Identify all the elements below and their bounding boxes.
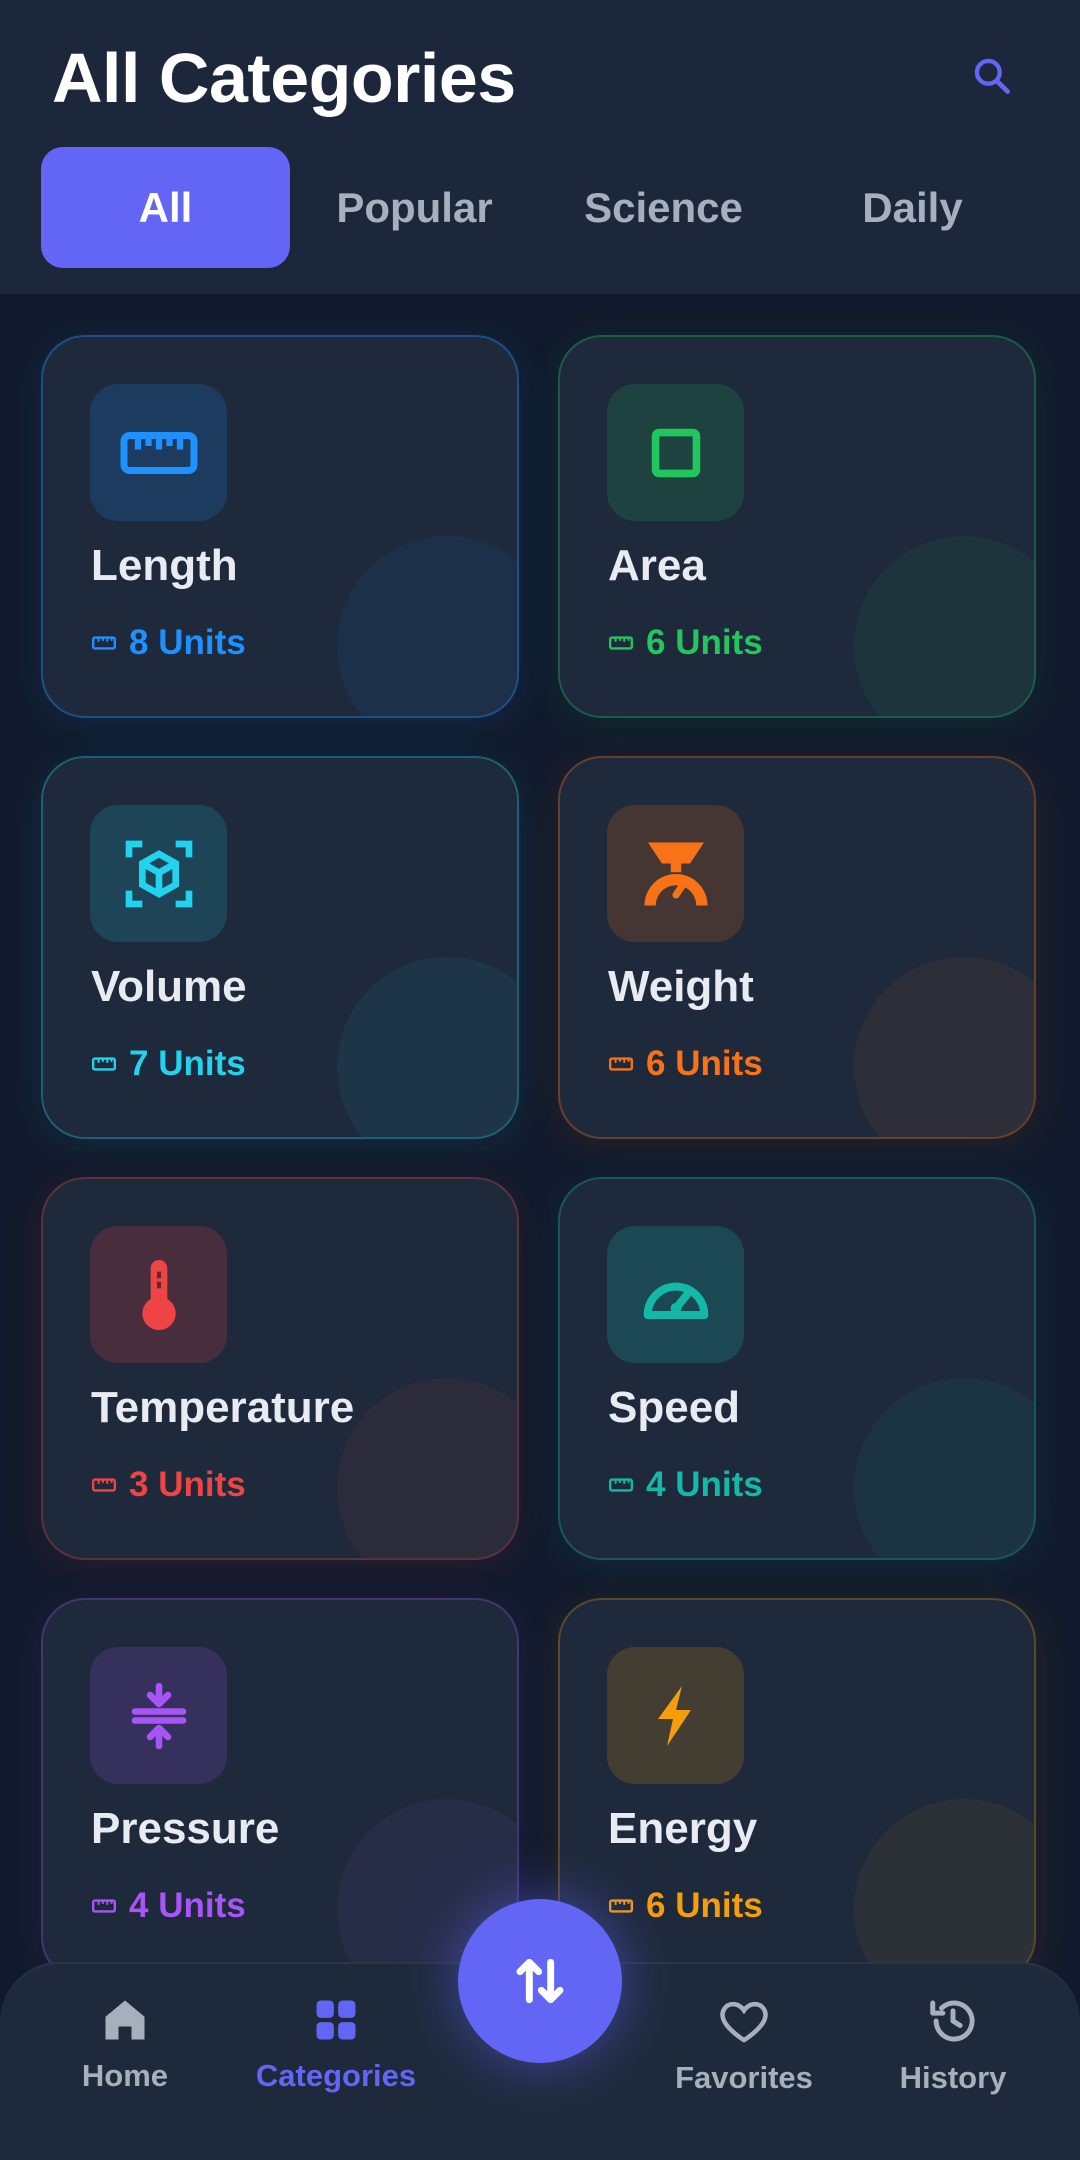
card-glow: [854, 536, 1034, 716]
unit-count: 7 Units: [91, 1044, 246, 1084]
nav-item-home[interactable]: Home: [55, 1994, 195, 2094]
nav-label: Favorites: [675, 2060, 813, 2095]
icon-box: [607, 805, 744, 942]
category-card-pressure[interactable]: Pressure 4 Units: [41, 1598, 519, 1981]
grid-icon: [316, 2000, 356, 2040]
unit-count-text: 6 Units: [646, 1886, 763, 1925]
category-card-weight[interactable]: Weight 6 Units: [558, 756, 1036, 1139]
unit-count: 4 Units: [91, 1886, 246, 1926]
category-name: Temperature: [91, 1383, 355, 1432]
unit-count: 6 Units: [608, 1886, 763, 1926]
square-icon: [651, 428, 700, 477]
icon-box: [607, 1647, 744, 1784]
ruler-icon: [91, 1899, 117, 1913]
unit-count: 3 Units: [91, 1465, 246, 1505]
card-glow: [337, 957, 517, 1137]
category-card-temperature[interactable]: Temperature 3 Units: [41, 1177, 519, 1560]
ruler-icon: [120, 431, 197, 474]
speedometer-icon: [643, 1282, 708, 1319]
tab-popular[interactable]: Popular: [290, 147, 539, 268]
unit-count-text: 7 Units: [129, 1044, 246, 1083]
bolt-icon: [657, 1685, 691, 1746]
card-glow: [854, 1378, 1034, 1558]
unit-count-text: 3 Units: [129, 1465, 246, 1504]
icon-box: [90, 384, 227, 521]
unit-count-text: 8 Units: [129, 623, 246, 662]
icon-box: [607, 1226, 744, 1363]
ruler-icon: [91, 636, 117, 650]
nav-item-history[interactable]: History: [880, 1994, 1026, 2096]
ruler-icon: [91, 1057, 117, 1071]
unit-count-text: 6 Units: [646, 1044, 763, 1083]
category-name: Volume: [91, 962, 247, 1011]
search-button[interactable]: [962, 46, 1022, 106]
nav-label: Home: [81, 2058, 169, 2093]
unit-count: 8 Units: [91, 623, 246, 663]
category-name: Weight: [608, 962, 754, 1011]
scale-icon: [644, 842, 707, 905]
header: All Categories All Popular Science Daily: [0, 0, 1080, 294]
heart-icon: [720, 2001, 768, 2043]
category-name: Area: [608, 541, 706, 590]
tab-science[interactable]: Science: [539, 147, 788, 268]
search-icon: [974, 58, 1010, 94]
nav-label: Categories: [255, 2058, 417, 2093]
ruler-icon: [608, 636, 634, 650]
unit-count: 4 Units: [608, 1465, 763, 1505]
page-title: All Categories: [52, 39, 516, 117]
unit-count-text: 4 Units: [646, 1465, 763, 1504]
category-tabs: All Popular Science Daily: [41, 147, 1041, 268]
card-glow: [337, 536, 517, 716]
unit-count-text: 6 Units: [646, 623, 763, 662]
category-card-energy[interactable]: Energy 6 Units: [558, 1598, 1036, 1981]
nav-item-categories[interactable]: Categories: [243, 1994, 429, 2094]
category-name: Energy: [608, 1804, 758, 1853]
ruler-icon: [608, 1057, 634, 1071]
icon-box: [90, 1226, 227, 1363]
card-glow: [337, 1378, 517, 1558]
unit-count: 6 Units: [608, 1044, 763, 1084]
card-glow: [854, 957, 1034, 1137]
compress-icon: [131, 1682, 186, 1749]
thermometer-icon: [141, 1259, 176, 1330]
category-card-volume[interactable]: Volume 7 Units: [41, 756, 519, 1139]
card-glow: [854, 1799, 1034, 1979]
category-name: Pressure: [91, 1804, 280, 1853]
category-name: Speed: [608, 1383, 741, 1432]
category-card-area[interactable]: Area 6 Units: [558, 335, 1036, 718]
nav-label: History: [899, 2060, 1007, 2095]
swap-arrows-icon: [516, 1958, 564, 2004]
nav-item-favorites[interactable]: Favorites: [664, 1994, 824, 2096]
tab-all[interactable]: All: [41, 147, 290, 268]
ruler-icon: [608, 1478, 634, 1492]
category-name: Length: [91, 541, 238, 590]
ruler-icon: [91, 1478, 117, 1492]
screen: All Categories All Popular Science Daily…: [0, 0, 1080, 2160]
category-card-speed[interactable]: Speed 4 Units: [558, 1177, 1036, 1560]
convert-fab-button[interactable]: [458, 1899, 622, 2063]
unit-count: 6 Units: [608, 623, 763, 663]
icon-box: [607, 384, 744, 521]
category-card-length[interactable]: Length 8 Units: [41, 335, 519, 718]
tab-daily[interactable]: Daily: [788, 147, 1037, 268]
cube-icon: [125, 840, 192, 907]
unit-count-text: 4 Units: [129, 1886, 246, 1925]
icon-box: [90, 1647, 227, 1784]
history-icon: [930, 2000, 975, 2042]
ruler-icon: [608, 1899, 634, 1913]
icon-box: [90, 805, 227, 942]
home-icon: [105, 2000, 145, 2040]
